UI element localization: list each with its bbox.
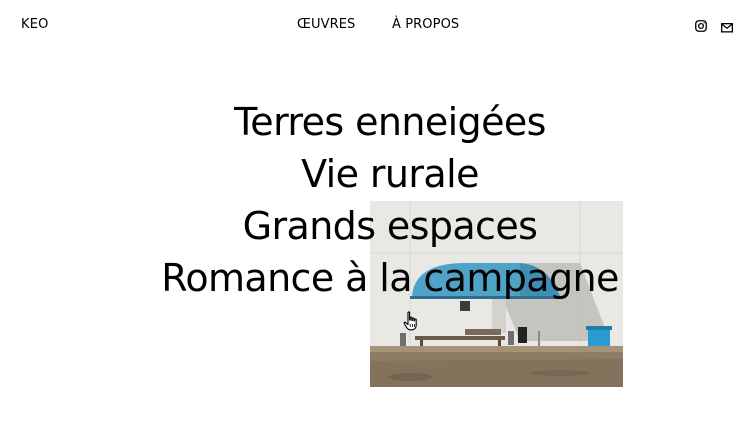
mail-icon[interactable] [720, 18, 735, 33]
project-title-grands-espaces[interactable]: Grands espaces [0, 200, 750, 252]
project-title-romance-campagne[interactable]: Romance à la campagne [0, 252, 750, 304]
nav-oeuvres-link[interactable]: ŒUVRES [297, 17, 355, 33]
instagram-icon[interactable] [695, 17, 709, 32]
project-title-terres-enneigees[interactable]: Terres enneigées [0, 96, 750, 148]
hand-pointer-cursor-icon [403, 311, 421, 331]
project-title-vie-rurale[interactable]: Vie rurale [0, 148, 750, 200]
page: KEO ŒUVRES À PROPOS Terres enneigées Vie… [0, 0, 750, 436]
site-header: KEO ŒUVRES À PROPOS [0, 0, 750, 50]
brand-logo[interactable]: KEO [21, 17, 49, 33]
nav-a-propos-link[interactable]: À PROPOS [392, 17, 459, 33]
